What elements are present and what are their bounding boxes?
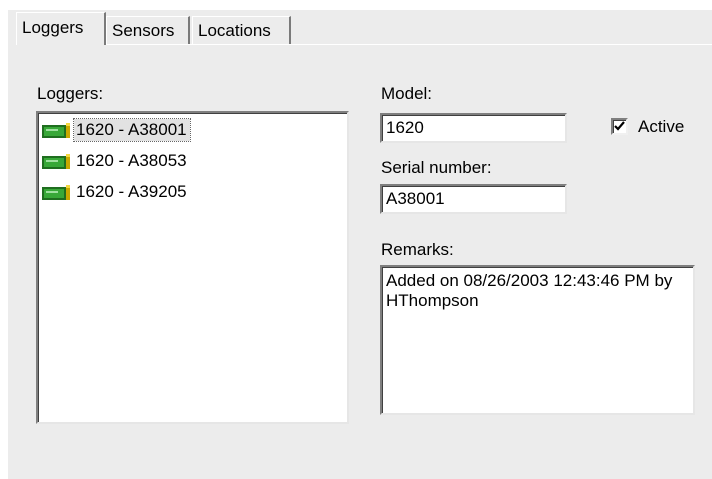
model-label: Model:	[381, 84, 433, 103]
model-field[interactable]	[380, 113, 567, 143]
active-checkbox[interactable]	[611, 118, 628, 135]
remarks-label: Remarks:	[381, 240, 454, 259]
list-item[interactable]: 1620 - A38053	[41, 149, 190, 173]
list-item[interactable]: 1620 - A39205	[41, 180, 190, 204]
logger-device-icon	[42, 123, 70, 138]
logger-item-label: 1620 - A39205	[76, 182, 187, 201]
logger-item-label: 1620 - A38001	[73, 118, 191, 142]
checkmark-icon	[614, 121, 625, 131]
loggers-list[interactable]: 1620 - A38001 1620 - A38053 1620 - A3920…	[36, 111, 349, 424]
list-item[interactable]: 1620 - A38001	[41, 118, 191, 142]
remarks-field[interactable]: Added on 08/26/2003 12:43:46 PM by HThom…	[380, 265, 695, 415]
active-label[interactable]: Active	[638, 117, 684, 137]
tab-locations[interactable]: Locations	[192, 16, 291, 44]
loggers-label: Loggers:	[37, 84, 104, 103]
serial-number-label: Serial number:	[381, 158, 492, 177]
logger-device-icon	[42, 185, 70, 200]
tab-divider	[16, 44, 712, 45]
logger-device-icon	[42, 154, 70, 169]
tab-loggers[interactable]: Loggers	[16, 12, 106, 45]
tab-sensors[interactable]: Sensors	[106, 16, 190, 44]
serial-number-field[interactable]	[380, 184, 567, 214]
logger-item-label: 1620 - A38053	[76, 151, 187, 170]
